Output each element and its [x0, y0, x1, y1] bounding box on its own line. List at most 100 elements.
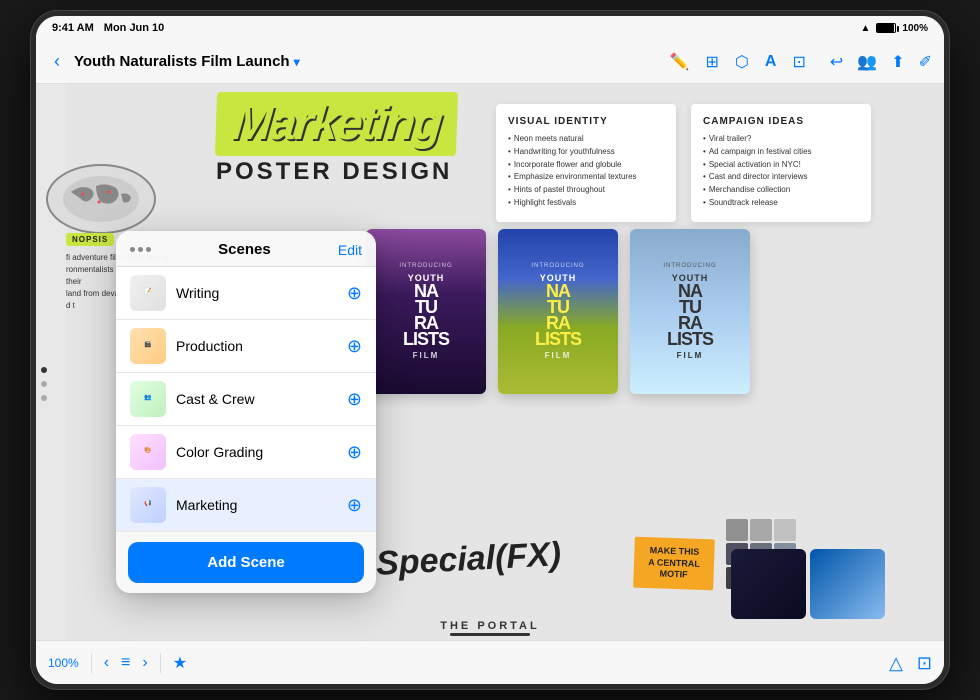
- zoom-level[interactable]: 100%: [48, 656, 79, 670]
- visual-identity-card: VISUAL IDENTITY Neon meets natural Handw…: [496, 104, 676, 222]
- poster1-introducing: INTRODUCING: [399, 263, 452, 269]
- scene-thumb-color: 🎨: [130, 434, 166, 470]
- poster-card-1[interactable]: INTRODUCING YOUTH NATURALISTS FILM: [366, 229, 486, 394]
- swatch-1: [726, 519, 748, 541]
- scene-thumb-color-content: 🎨: [144, 448, 151, 455]
- draw-icon[interactable]: △: [889, 653, 903, 674]
- scene-more-color[interactable]: ⊕: [347, 442, 362, 463]
- vi-item-4: Emphasize environmental textures: [508, 171, 664, 184]
- poster1-film: FILM: [413, 351, 440, 360]
- poster2-film: FILM: [545, 351, 572, 360]
- scene-name-writing: Writing: [176, 285, 337, 301]
- text-tool-icon[interactable]: A: [765, 53, 777, 71]
- next-page-icon[interactable]: ›: [142, 654, 147, 672]
- status-right: ▲ 100%: [861, 23, 928, 34]
- add-scene-button[interactable]: Add Scene: [128, 542, 364, 583]
- motif-sticker: MAKE THISA CENTRALMOTIF: [633, 537, 715, 591]
- pen-tool-icon[interactable]: ✏️: [670, 52, 690, 72]
- nav-right-icons: ↩ 👥 ⬆ ✐: [830, 52, 932, 72]
- scene-more-cast[interactable]: ⊕: [347, 389, 362, 410]
- poster-design-text: POSTER DESIGN: [216, 158, 457, 186]
- swatch-2: [750, 519, 772, 541]
- thumb-dark-1[interactable]: [731, 549, 806, 619]
- scene-thumb-production: 🎬: [130, 328, 166, 364]
- edit-mode-icon[interactable]: ✐: [919, 52, 932, 72]
- scene-thumb-marketing: 📢: [130, 487, 166, 523]
- scenes-edit-button[interactable]: Edit: [338, 242, 362, 258]
- vi-item-6: Highlight festivals: [508, 197, 664, 210]
- toolbar-sep-1: [91, 653, 92, 673]
- synopsis-badge: NOPSIS: [66, 233, 114, 246]
- page-nav-dots: [41, 367, 47, 401]
- marketing-header-area: Marketing POSTER DESIGN: [216, 92, 457, 186]
- nav-center-icons: ✏️ ⊞ ⬡ A ⊡: [670, 52, 806, 72]
- ci-item-2: Ad campaign in festival cities: [703, 146, 859, 159]
- wifi-icon: ▲: [861, 23, 871, 34]
- share-icon[interactable]: ⬆: [891, 52, 904, 72]
- vi-item-2: Handwriting for youthfulness: [508, 146, 664, 159]
- scene-item-production[interactable]: 🎬 Production ⊕: [116, 320, 376, 373]
- poster3-introducing: INTRODUCING: [663, 263, 716, 269]
- tablet-frame: 9:41 AM Mon Jun 10 ▲ 100% ‹ Youth Natura…: [30, 10, 950, 690]
- undo-icon[interactable]: ↩: [830, 52, 843, 72]
- campaign-ideas-card: CAMPAIGN IDEAS Viral trailer? Ad campaig…: [691, 104, 871, 222]
- scene-item-color[interactable]: 🎨 Color Grading ⊕: [116, 426, 376, 479]
- scene-more-marketing[interactable]: ⊕: [347, 495, 362, 516]
- scroll-bar: [450, 633, 530, 636]
- marketing-graffiti-text: Marketing: [230, 100, 443, 148]
- bottom-toolbar: 100% ‹ ≡ › ★ △ ⊡: [36, 640, 944, 684]
- scene-thumb-production-content: 🎬: [144, 342, 151, 349]
- campaign-ideas-title: CAMPAIGN IDEAS: [703, 116, 859, 127]
- panel-drag-dots: [130, 247, 151, 252]
- scene-item-cast[interactable]: 👥 Cast & Crew ⊕: [116, 373, 376, 426]
- scene-more-production[interactable]: ⊕: [347, 336, 362, 357]
- ci-item-5: Merchandise collection: [703, 184, 859, 197]
- favorites-icon[interactable]: ★: [173, 653, 187, 673]
- scene-thumb-writing-content: 📝: [144, 289, 151, 296]
- page-dot-2[interactable]: [41, 381, 47, 387]
- vi-item-1: Neon meets natural: [508, 133, 664, 146]
- poster-card-3[interactable]: INTRODUCING YOUTH NATURALISTS FILM: [630, 229, 750, 394]
- status-bar: 9:41 AM Mon Jun 10 ▲ 100%: [36, 16, 944, 40]
- scene-name-color: Color Grading: [176, 444, 337, 460]
- aspect-ratio-icon[interactable]: ⊡: [917, 653, 932, 674]
- prev-page-icon[interactable]: ‹: [104, 654, 109, 672]
- poster1-naturalists: NATURALISTS: [403, 283, 449, 348]
- bottom-thumbnails: [731, 549, 944, 629]
- poster3-film: FILM: [677, 351, 704, 360]
- scene-name-production: Production: [176, 338, 337, 354]
- grid-view-icon[interactable]: ⊞: [706, 52, 719, 72]
- nav-bar: ‹ Youth Naturalists Film Launch ▾ ✏️ ⊞ ⬡…: [36, 40, 944, 84]
- scene-more-writing[interactable]: ⊕: [347, 283, 362, 304]
- page-dot-3[interactable]: [41, 395, 47, 401]
- document-title: Youth Naturalists Film Launch: [74, 53, 290, 70]
- ci-item-1: Viral trailer?: [703, 133, 859, 146]
- scene-name-cast: Cast & Crew: [176, 391, 337, 407]
- special-fx-area: Special(FX): [376, 540, 561, 579]
- title-chevron-icon[interactable]: ▾: [294, 55, 300, 69]
- image-insert-icon[interactable]: ⊡: [792, 52, 805, 72]
- back-button[interactable]: ‹: [48, 47, 66, 76]
- thumb-blue-1[interactable]: [810, 549, 885, 619]
- scene-thumb-writing: 📝: [130, 275, 166, 311]
- dot-2: [138, 247, 143, 252]
- list-view-icon[interactable]: ≡: [121, 654, 130, 672]
- scene-thumb-cast-content: 👥: [144, 395, 151, 402]
- scene-name-marketing: Marketing: [176, 497, 337, 513]
- poster-card-2[interactable]: INTRODUCING YOUTH NATURALISTS FILM: [498, 229, 618, 394]
- dot-1: [130, 247, 135, 252]
- page-dot-1[interactable]: [41, 367, 47, 373]
- scene-item-marketing[interactable]: 📢 Marketing ⊕: [116, 479, 376, 532]
- poster2-naturalists: NATURALISTS: [535, 283, 581, 348]
- poster2-introducing: INTRODUCING: [531, 263, 584, 269]
- portal-text: THE PORTAL: [440, 620, 539, 632]
- nav-title-container: Youth Naturalists Film Launch ▾: [74, 53, 300, 70]
- ci-item-4: Cast and director interviews: [703, 171, 859, 184]
- battery-icon: [876, 23, 896, 33]
- scene-item-writing[interactable]: 📝 Writing ⊕: [116, 267, 376, 320]
- shapes-icon[interactable]: ⬡: [735, 52, 749, 72]
- collaborators-icon[interactable]: 👥: [857, 52, 877, 72]
- scene-thumb-marketing-content: 📢: [144, 501, 151, 508]
- vi-item-3: Incorporate flower and globule: [508, 159, 664, 172]
- tablet-screen: 9:41 AM Mon Jun 10 ▲ 100% ‹ Youth Natura…: [36, 16, 944, 684]
